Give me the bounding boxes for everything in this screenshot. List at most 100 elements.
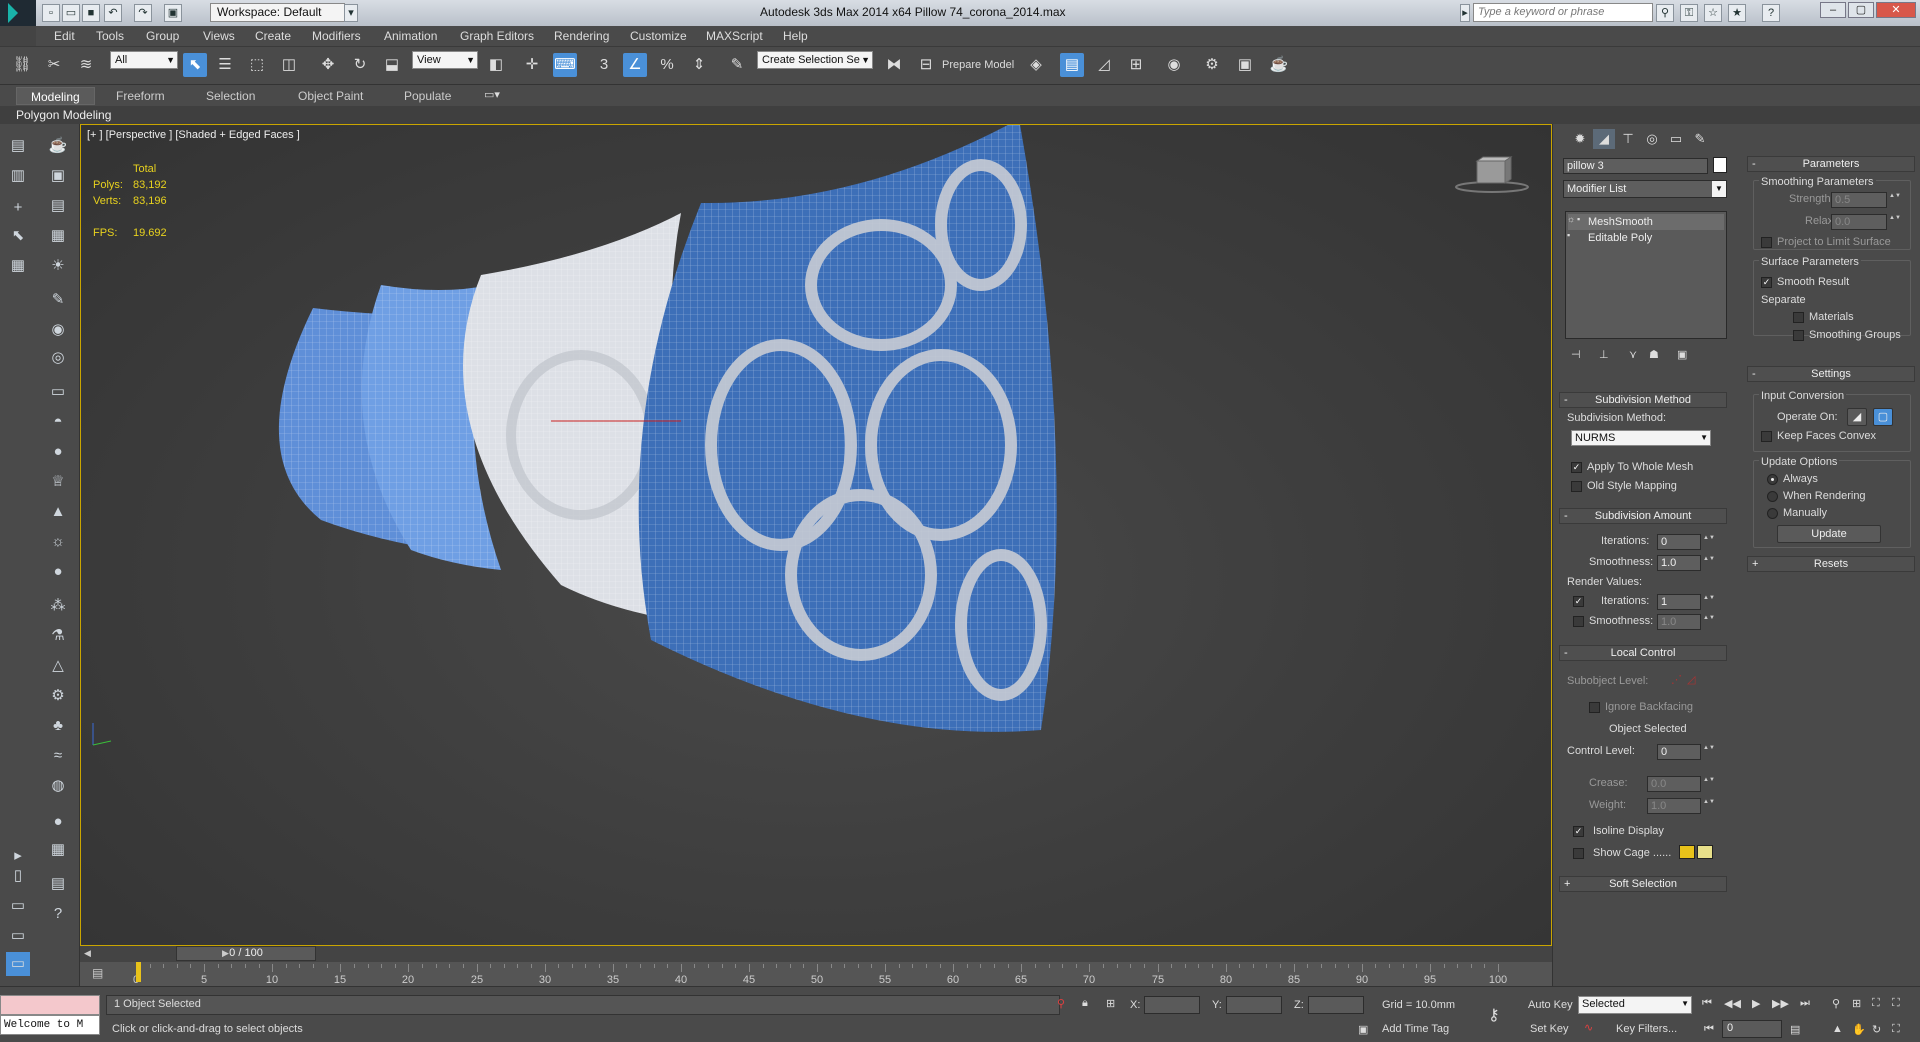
checker-icon[interactable]: ▦ — [46, 838, 70, 862]
menu-tools[interactable]: Tools — [96, 29, 124, 43]
relax-spinner[interactable]: ▲▼ — [1889, 214, 1901, 230]
strength-spinner[interactable]: ▲▼ — [1889, 192, 1901, 208]
menu-customize[interactable]: Customize — [630, 29, 687, 43]
angle-snap-icon[interactable]: ∠ — [623, 53, 647, 77]
pan-icon[interactable]: ✋ — [1852, 1023, 1866, 1036]
communication-star-icon[interactable]: ☆ — [1704, 4, 1722, 22]
menu-maxscript[interactable]: MAXScript — [706, 29, 763, 43]
select-manipulate-icon[interactable]: ✛ — [520, 53, 544, 77]
update-button[interactable]: Update — [1777, 525, 1881, 543]
menu-animation[interactable]: Animation — [384, 29, 437, 43]
help-icon[interactable]: ? — [1762, 4, 1780, 22]
materials-checkbox[interactable] — [1793, 312, 1804, 323]
cage-color-swatch-1[interactable] — [1679, 845, 1695, 859]
snaps-toggle-icon[interactable]: 3 — [592, 53, 616, 77]
keyboard-shortcut-override-icon[interactable]: ⌨ — [553, 53, 577, 77]
set-key-button[interactable]: Set Key — [1530, 1023, 1569, 1035]
strength-field[interactable]: 0.5 — [1831, 192, 1887, 208]
crease-field[interactable]: 0.0 — [1647, 776, 1701, 792]
hair-icon[interactable]: ≈ — [46, 744, 70, 768]
select-by-name-icon[interactable]: ☰ — [213, 53, 237, 77]
iterations-spinner[interactable]: ▲▼ — [1703, 534, 1715, 550]
spinner-snap-icon[interactable]: ⇕ — [687, 53, 711, 77]
tab-freeform[interactable]: Freeform — [102, 87, 179, 105]
parameters-rollout[interactable]: - Parameters — [1747, 156, 1915, 172]
edit-named-selection-icon[interactable]: ✎ — [725, 53, 749, 77]
zoom-all-icon[interactable]: ⊞ — [1852, 997, 1861, 1010]
perspective-viewport[interactable]: [+ ] [Perspective ] [Shaded + Edged Face… — [80, 124, 1552, 946]
hierarchy-tab-icon[interactable]: ⊤ — [1617, 129, 1639, 149]
redo-icon[interactable]: ↷ — [134, 4, 152, 22]
key-mode-toggle-icon[interactable]: ⏮ — [1704, 1023, 1714, 1036]
go-to-end-icon[interactable]: ⏭ — [1800, 997, 1810, 1010]
add-time-tag-label[interactable]: Add Time Tag — [1382, 1023, 1449, 1035]
smoothness-field[interactable]: 1.0 — [1657, 555, 1701, 571]
modify-tab-icon[interactable]: ◢ — [1593, 129, 1615, 149]
plant-icon[interactable]: ♣ — [46, 714, 70, 738]
teapot-icon[interactable]: ☕ — [46, 134, 70, 158]
play-icon[interactable]: ▶ — [1752, 997, 1760, 1010]
time-slider-prev-icon[interactable]: ◀ — [84, 946, 96, 961]
absolute-mode-icon[interactable]: ⊞ — [1106, 997, 1115, 1010]
crease-spinner[interactable]: ▲▼ — [1703, 776, 1715, 792]
key-filters-button[interactable]: Key Filters... — [1616, 1023, 1677, 1035]
search-input[interactable]: Type a keyword or phrase — [1473, 3, 1653, 22]
smoothness-spinner[interactable]: ▲▼ — [1703, 555, 1715, 571]
time-slider[interactable]: 0 / 100 — [176, 946, 316, 961]
prepare-model-label[interactable]: Prepare Model — [942, 59, 1014, 71]
select-move-icon[interactable]: ✥ — [316, 53, 340, 77]
toggle-ribbon-icon[interactable]: ▤ — [1060, 53, 1084, 77]
gold-sphere-icon[interactable]: ● — [46, 560, 70, 584]
pillow-scene[interactable] — [81, 125, 1551, 945]
render-iterations-spinner[interactable]: ▲▼ — [1703, 594, 1715, 610]
rendered-frame-window-icon[interactable]: ▣ — [1233, 53, 1257, 77]
crown-icon[interactable]: ♕ — [46, 470, 70, 494]
select-scale-icon[interactable]: ⬓ — [380, 53, 404, 77]
x-coordinate-field[interactable] — [1144, 996, 1200, 1014]
document-icon[interactable]: ▤ — [46, 194, 70, 218]
utilities-tab-icon[interactable]: ✎ — [1689, 129, 1711, 149]
set-key-icon[interactable]: ⚷ — [1488, 1005, 1500, 1025]
panel-tool-d-icon[interactable]: ▭ — [6, 952, 30, 976]
sphere-icon[interactable]: ● — [46, 440, 70, 464]
tab-populate[interactable]: Populate — [390, 87, 465, 105]
lightbulb-icon[interactable]: ☼ — [1567, 214, 1575, 224]
subdivision-method-dropdown[interactable]: NURMS ▼ — [1571, 430, 1711, 446]
gear-icon[interactable]: ⚙ — [46, 684, 70, 708]
zoom-extents-all-icon[interactable]: ⛶ — [1892, 997, 1900, 1010]
stack-item-meshsmooth[interactable]: MeshSmooth — [1568, 214, 1724, 230]
weight-field[interactable]: 1.0 — [1647, 798, 1701, 814]
clipboard-icon[interactable]: ▤ — [46, 872, 70, 896]
show-cage-checkbox[interactable] — [1573, 848, 1584, 859]
pyramid-icon[interactable]: △ — [46, 654, 70, 678]
cage-color-swatch-2[interactable] — [1697, 845, 1713, 859]
y-coordinate-field[interactable] — [1226, 996, 1282, 1014]
material-editor-icon[interactable]: ◉ — [1162, 53, 1186, 77]
smoothing-groups-checkbox[interactable] — [1793, 330, 1804, 341]
paint-icon[interactable]: ✎ — [46, 288, 70, 312]
render-production-icon[interactable]: ☕ — [1267, 53, 1291, 77]
sun-icon[interactable]: ☼ — [46, 530, 70, 554]
default-in-out-tangents-icon[interactable]: ∿ — [1584, 1021, 1593, 1034]
object-name-field[interactable]: pillow 3 — [1563, 158, 1708, 174]
video-camera-icon[interactable]: ◎ — [46, 346, 70, 370]
chevron-down-icon[interactable]: ▾ — [344, 4, 358, 22]
menu-group[interactable]: Group — [146, 29, 179, 43]
add-icon[interactable]: + — [6, 196, 30, 220]
selection-filter-dropdown[interactable]: All ▼ — [110, 51, 178, 69]
selection-lock-icon[interactable]: 🔒︎ — [1082, 997, 1088, 1010]
local-control-rollout[interactable]: - Local Control — [1559, 645, 1727, 661]
motion-tab-icon[interactable]: ◎ — [1641, 129, 1663, 149]
operate-on-triangles-icon[interactable]: ◢ — [1847, 408, 1867, 426]
previous-frame-icon[interactable]: ◀◀ — [1724, 997, 1741, 1010]
soft-selection-rollout[interactable]: + Soft Selection — [1559, 876, 1727, 892]
configure-modifier-sets-icon[interactable]: ▣ — [1677, 348, 1687, 361]
maxscript-listener[interactable]: Welcome to M — [0, 1015, 100, 1035]
tab-object-paint[interactable]: Object Paint — [284, 87, 377, 105]
table-icon[interactable]: ▦ — [46, 224, 70, 248]
orbit-icon[interactable]: ↻ — [1872, 1023, 1881, 1036]
create-tab-icon[interactable]: ✹ — [1569, 129, 1591, 149]
app-logo-icon[interactable] — [0, 0, 36, 26]
remove-modifier-icon[interactable]: ☗ — [1649, 348, 1659, 361]
infocenter-expand-icon[interactable]: ▸ — [1460, 4, 1470, 22]
